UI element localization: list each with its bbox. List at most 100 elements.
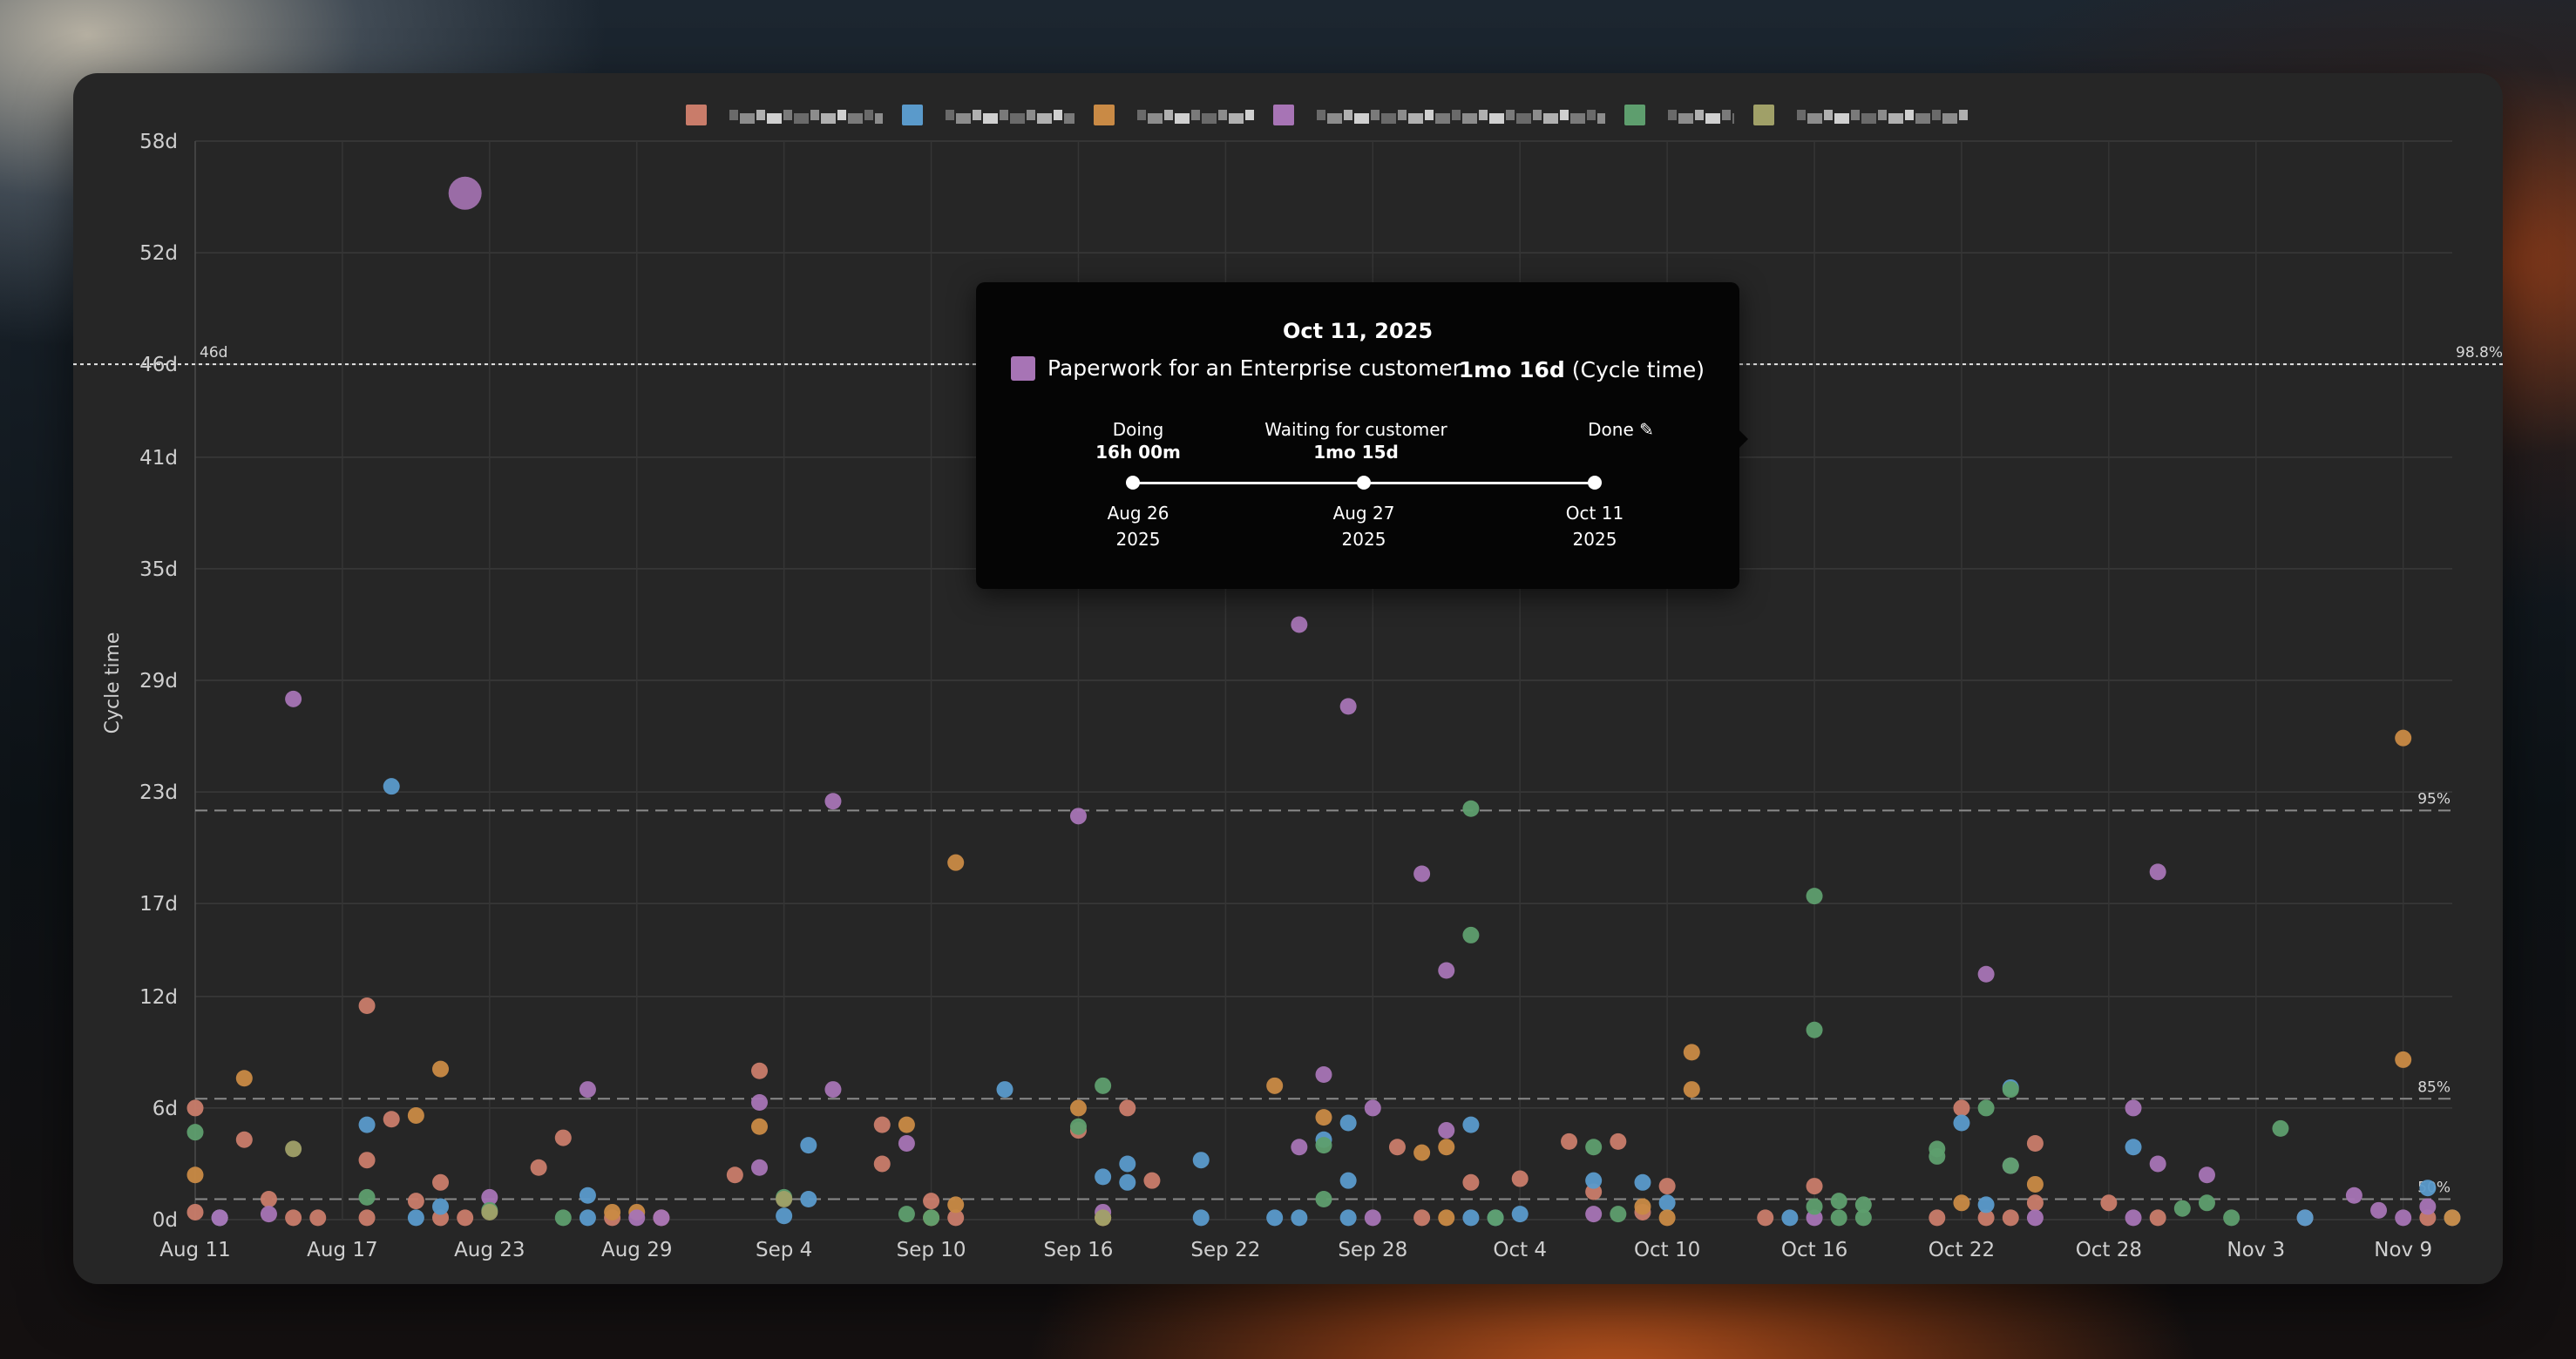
data-point[interactable] <box>923 1209 940 1227</box>
data-point[interactable] <box>800 1137 817 1154</box>
legend-swatch[interactable] <box>1753 105 1774 125</box>
data-point[interactable] <box>1977 965 1995 983</box>
data-point[interactable] <box>2002 1209 2019 1227</box>
data-point[interactable] <box>2125 1139 2142 1156</box>
data-point[interactable] <box>554 1129 572 1146</box>
data-point[interactable] <box>2002 1081 2019 1099</box>
data-point[interactable] <box>1462 800 1480 817</box>
data-point[interactable] <box>1462 1116 1480 1133</box>
data-point[interactable] <box>432 1173 450 1191</box>
data-point[interactable] <box>1683 1081 1700 1099</box>
data-point[interactable] <box>1413 1144 1431 1161</box>
data-point[interactable] <box>1413 865 1431 882</box>
data-point[interactable] <box>1364 1209 1381 1227</box>
data-point[interactable] <box>1291 1139 1308 1156</box>
data-point[interactable] <box>358 997 376 1015</box>
data-point[interactable] <box>1953 1114 1970 1132</box>
data-point[interactable] <box>260 1191 277 1208</box>
data-point[interactable] <box>407 1209 424 1227</box>
data-point[interactable] <box>579 1187 596 1204</box>
data-point[interactable] <box>2296 1209 2314 1227</box>
data-point[interactable] <box>2345 1187 2362 1204</box>
legend-swatch[interactable] <box>1094 105 1115 125</box>
data-point[interactable] <box>1438 1122 1455 1139</box>
legend-swatch[interactable] <box>1624 105 1645 125</box>
data-point[interactable] <box>2419 1198 2437 1215</box>
data-point[interactable] <box>1610 1206 1627 1223</box>
legend[interactable] <box>686 105 1968 125</box>
data-point[interactable] <box>481 1203 498 1220</box>
data-point[interactable] <box>1266 1077 1284 1094</box>
data-point[interactable] <box>186 1166 204 1184</box>
legend-swatch[interactable] <box>902 105 923 125</box>
data-point[interactable] <box>898 1206 915 1223</box>
data-point[interactable] <box>1634 1198 1651 1215</box>
data-point[interactable] <box>751 1159 768 1176</box>
data-point[interactable] <box>186 1124 204 1141</box>
data-point[interactable] <box>407 1106 424 1124</box>
data-point[interactable] <box>2395 729 2412 747</box>
data-point[interactable] <box>1487 1209 1504 1227</box>
data-point[interactable] <box>1462 926 1480 943</box>
data-point[interactable] <box>2198 1194 2215 1212</box>
data-point[interactable] <box>432 1060 450 1078</box>
data-point[interactable] <box>1438 962 1455 979</box>
data-point[interactable] <box>1462 1173 1480 1191</box>
data-point[interactable] <box>1929 1140 1946 1158</box>
data-point[interactable] <box>1634 1173 1651 1191</box>
data-point[interactable] <box>2026 1134 2044 1152</box>
data-point[interactable] <box>260 1206 277 1223</box>
data-point[interactable] <box>776 1191 793 1208</box>
data-point[interactable] <box>873 1155 891 1173</box>
data-point[interactable] <box>751 1118 768 1135</box>
data-point[interactable] <box>1119 1155 1136 1173</box>
data-point[interactable] <box>2419 1180 2437 1197</box>
data-point[interactable] <box>2026 1194 2044 1212</box>
data-point[interactable] <box>383 1111 400 1128</box>
data-point[interactable] <box>1315 1137 1332 1154</box>
data-point[interactable] <box>1830 1193 1847 1210</box>
data-point[interactable] <box>1438 1139 1455 1156</box>
data-point[interactable] <box>2370 1201 2388 1219</box>
data-point[interactable] <box>1413 1209 1431 1227</box>
data-point[interactable] <box>751 1094 768 1112</box>
data-point[interactable] <box>1953 1194 1970 1212</box>
data-point[interactable] <box>285 1209 302 1227</box>
data-point[interactable] <box>1585 1172 1603 1189</box>
data-point[interactable] <box>1953 1099 1970 1117</box>
data-point[interactable] <box>800 1191 817 1208</box>
data-point[interactable] <box>1143 1172 1161 1189</box>
data-point[interactable] <box>2149 1209 2166 1227</box>
data-point[interactable] <box>947 1196 965 1214</box>
data-point[interactable] <box>898 1134 915 1152</box>
data-point[interactable] <box>2198 1166 2215 1184</box>
data-point[interactable] <box>309 1209 327 1227</box>
data-point[interactable] <box>1806 888 1823 905</box>
data-point[interactable] <box>1339 1114 1357 1132</box>
data-point[interactable] <box>1806 1178 1823 1195</box>
data-point[interactable] <box>1291 616 1308 633</box>
data-point[interactable] <box>1339 698 1357 715</box>
data-point[interactable] <box>1095 1168 1112 1186</box>
data-point[interactable] <box>1438 1209 1455 1227</box>
data-point[interactable] <box>358 1209 376 1227</box>
data-point[interactable] <box>1977 1099 1995 1117</box>
data-point[interactable] <box>1315 1191 1332 1208</box>
data-point[interactable] <box>285 1140 302 1158</box>
data-point[interactable] <box>1683 1044 1700 1061</box>
data-point[interactable] <box>530 1159 547 1176</box>
data-point[interactable] <box>1658 1194 1676 1212</box>
data-point[interactable] <box>1658 1209 1676 1227</box>
data-point[interactable] <box>1977 1196 1995 1214</box>
data-point[interactable] <box>186 1099 204 1117</box>
data-point[interactable] <box>1069 1118 1087 1135</box>
data-point[interactable] <box>1339 1209 1357 1227</box>
data-point[interactable] <box>1315 1109 1332 1126</box>
data-point[interactable] <box>2444 1209 2461 1227</box>
data-point[interactable] <box>604 1203 621 1220</box>
legend-swatch[interactable] <box>686 105 707 125</box>
data-point[interactable] <box>1192 1209 1210 1227</box>
data-point[interactable] <box>1095 1077 1112 1094</box>
data-point[interactable] <box>432 1198 450 1215</box>
data-point[interactable] <box>358 1188 376 1206</box>
